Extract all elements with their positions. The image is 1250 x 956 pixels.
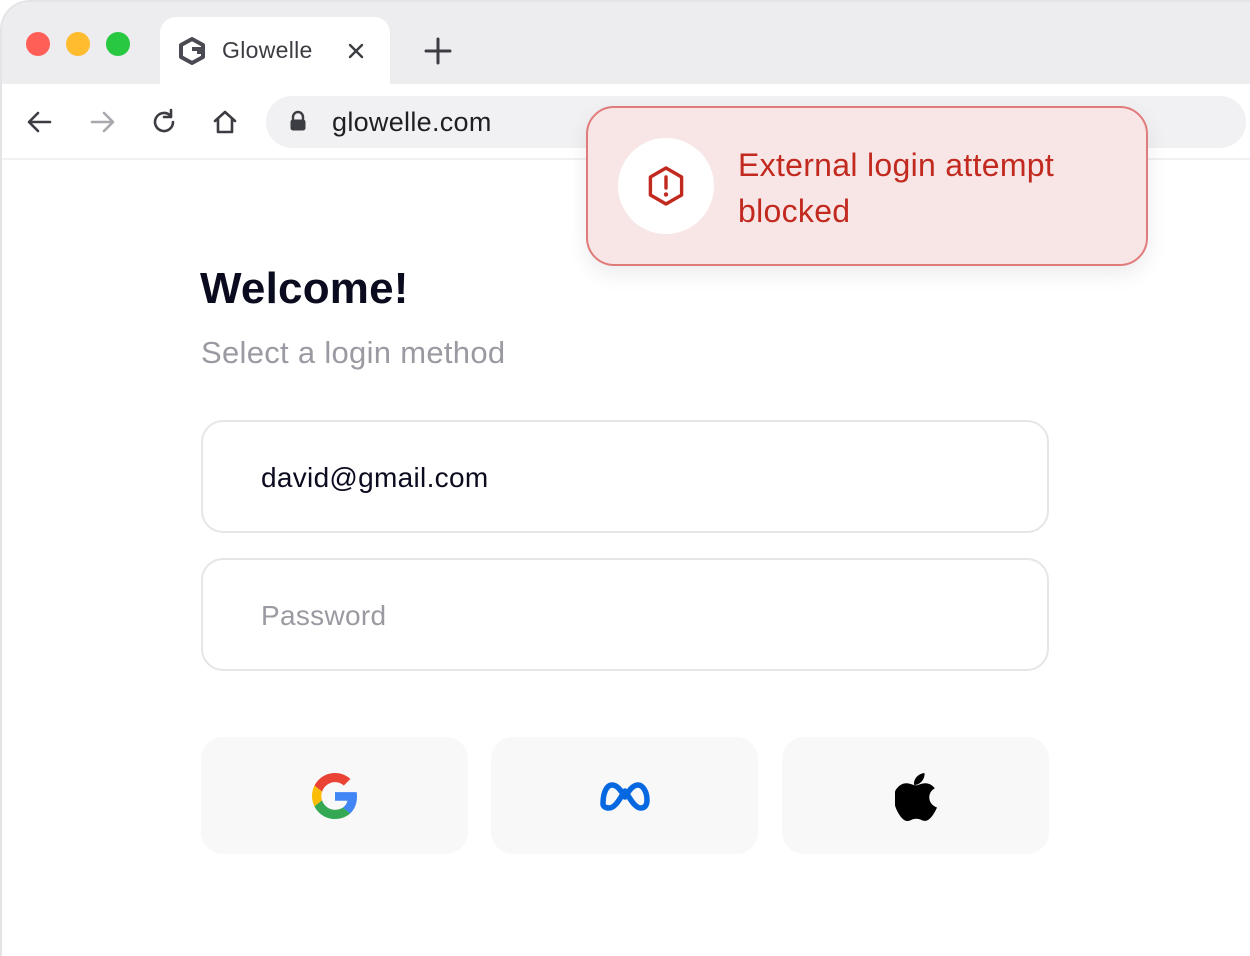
lock-icon (290, 110, 306, 131)
maximize-window-button[interactable] (106, 32, 130, 56)
minimize-window-button[interactable] (66, 32, 90, 56)
meta-login-button[interactable] (491, 737, 758, 854)
home-icon[interactable] (211, 108, 239, 136)
password-placeholder[interactable]: Password (261, 600, 386, 632)
email-value[interactable]: david@gmail.com (261, 462, 488, 494)
url-text[interactable]: glowelle.com (332, 107, 492, 138)
tab-title: Glowelle (222, 37, 313, 63)
google-logo-icon (311, 772, 357, 819)
blocked-login-toast: External login attempt blocked (586, 106, 1148, 266)
toast-icon-badge (618, 138, 714, 234)
toast-message: External login attempt blocked (738, 147, 1055, 229)
page-title: Welcome! (200, 264, 409, 313)
tab-strip: Glowelle (2, 2, 1250, 85)
tab-glowelle[interactable]: Glowelle (160, 17, 390, 85)
password-field[interactable]: Password (201, 558, 1049, 671)
email-field[interactable]: david@gmail.com (201, 420, 1049, 533)
apple-logo-icon (894, 772, 937, 821)
forward-arrow-icon[interactable] (88, 108, 116, 136)
back-arrow-icon[interactable] (26, 108, 54, 136)
close-window-button[interactable] (26, 32, 50, 56)
page-subtitle: Select a login method (201, 335, 506, 370)
alert-hexagon-icon (648, 166, 684, 206)
close-icon[interactable] (346, 41, 366, 61)
plus-icon[interactable] (424, 37, 452, 65)
browser-window: Glowelle glowelle.com Welcome! Select a … (0, 0, 1250, 956)
apple-login-button[interactable] (782, 737, 1049, 854)
google-login-button[interactable] (201, 737, 468, 854)
glowelle-logo-icon (179, 37, 205, 65)
reload-icon[interactable] (150, 108, 178, 136)
meta-logo-icon (599, 781, 650, 811)
